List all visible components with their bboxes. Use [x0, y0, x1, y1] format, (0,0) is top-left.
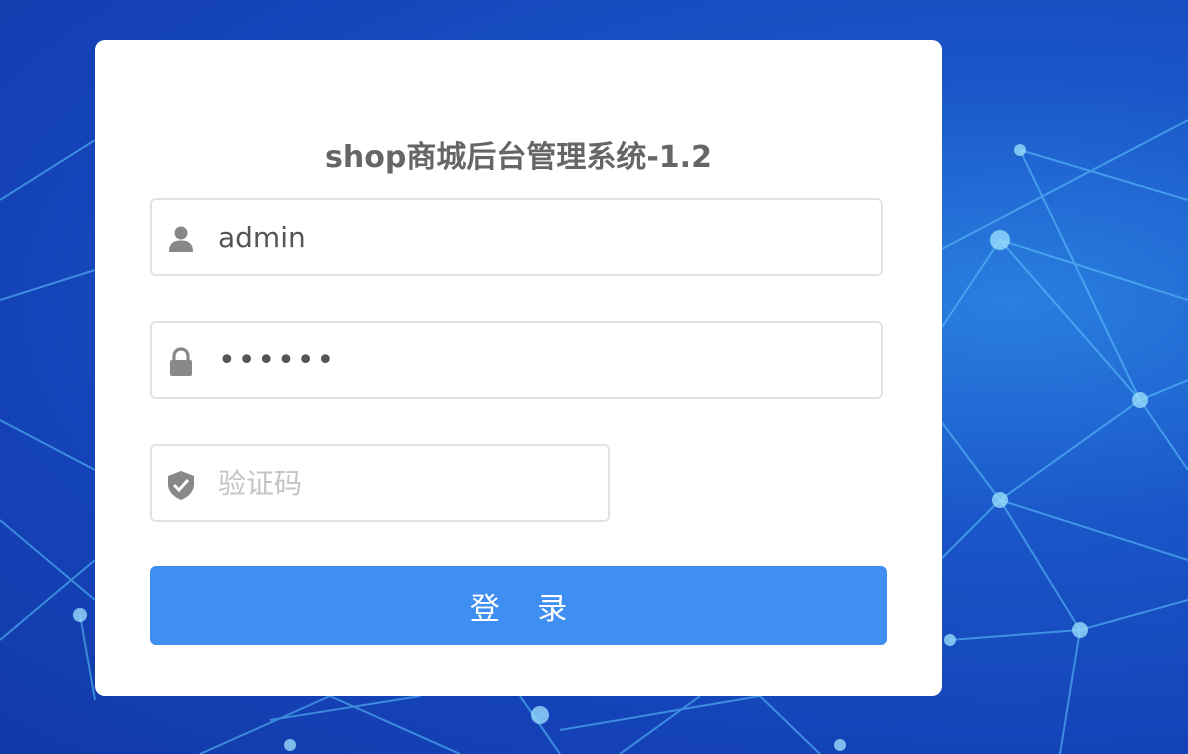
captcha-field[interactable]: [150, 444, 610, 522]
lock-icon: [166, 347, 196, 377]
password-input[interactable]: [218, 323, 858, 397]
user-icon: [166, 224, 196, 254]
page-title: shop商城后台管理系统-1.2: [325, 140, 712, 175]
username-input[interactable]: [218, 200, 858, 274]
captcha-input[interactable]: [218, 446, 588, 520]
password-field[interactable]: [150, 321, 883, 399]
shield-check-icon: [166, 470, 196, 500]
username-field[interactable]: [150, 198, 883, 276]
login-button[interactable]: 登 录: [150, 566, 887, 645]
login-card: shop商城后台管理系统-1.2 登 录: [95, 40, 942, 696]
